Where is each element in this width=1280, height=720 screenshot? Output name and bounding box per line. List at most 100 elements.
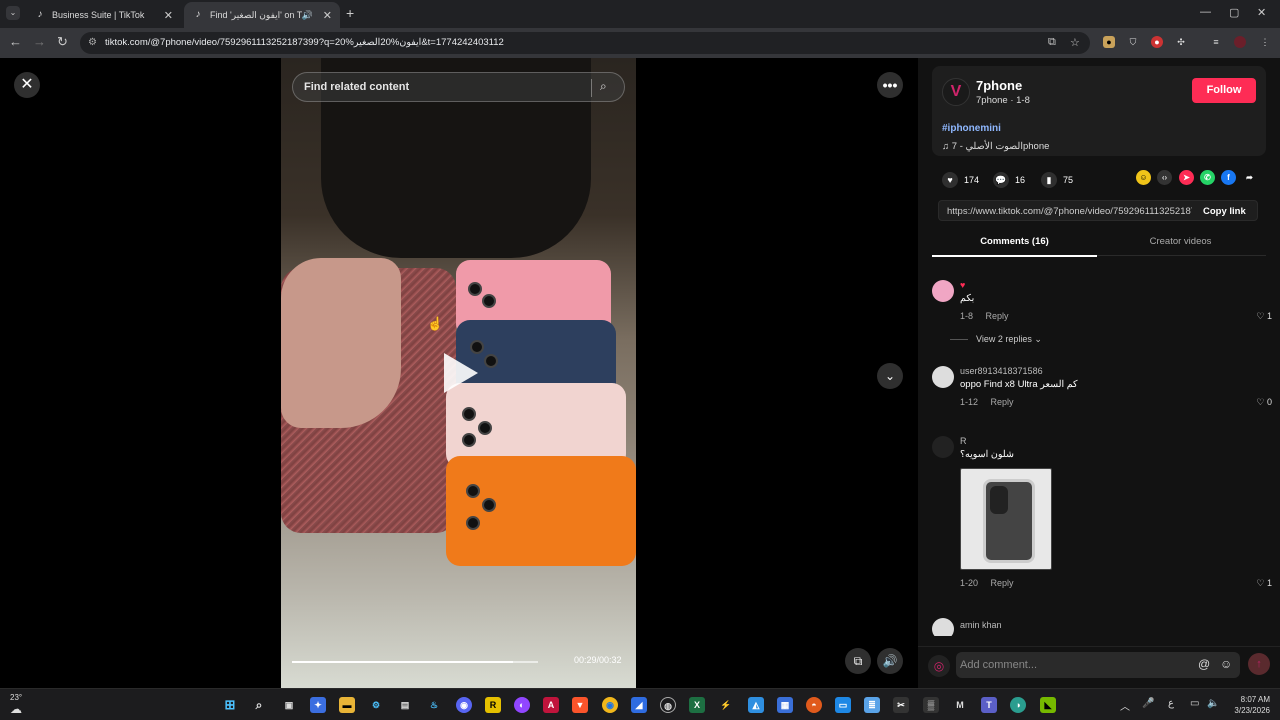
comment-placeholder[interactable]: Add comment... — [960, 659, 1037, 671]
embed-code-icon[interactable]: ‹› — [1157, 170, 1172, 185]
app-m-icon[interactable]: M — [952, 697, 968, 713]
send-comment-button[interactable]: ↑ — [1248, 653, 1270, 675]
search-placeholder[interactable]: Find related content — [304, 81, 409, 93]
address-bar[interactable]: ⚙ tiktok.com/@7phone/video/7592961113252… — [80, 32, 1090, 54]
weather-widget[interactable]: 23° ☁ — [10, 693, 22, 716]
forward-icon[interactable]: → — [33, 34, 46, 50]
send-icon[interactable]: ➤ — [1179, 170, 1194, 185]
network-icon[interactable]: ▭ — [1190, 698, 1199, 709]
copilot-icon[interactable]: ✦ — [310, 697, 326, 713]
tab-comments[interactable]: Comments (16) — [932, 236, 1097, 257]
play-icon[interactable] — [444, 353, 478, 393]
share-link-text[interactable]: https://www.tiktok.com/@7phone/video/759… — [947, 206, 1192, 217]
notepad-icon[interactable]: ≣ — [864, 697, 880, 713]
tray-overflow-icon[interactable]: ︿ — [1120, 698, 1130, 713]
comment-image[interactable] — [960, 468, 1052, 570]
reply-button[interactable]: Reply — [991, 578, 1014, 588]
comment-avatar[interactable] — [932, 618, 954, 636]
github-icon[interactable]: ◍ — [660, 697, 676, 713]
hashtag-link[interactable]: #iphonemini — [942, 123, 1001, 134]
floating-player-button[interactable]: ⧉ — [845, 648, 871, 674]
app-yellow-icon[interactable]: ⚡ — [718, 697, 734, 713]
comment-username[interactable]: ♥ — [960, 280, 965, 290]
find-related-search[interactable]: Find related content ⌕ — [292, 72, 625, 102]
new-tab-button[interactable]: + — [346, 6, 354, 20]
nvidia-icon[interactable]: ◣ — [1040, 697, 1056, 713]
mention-icon[interactable]: @ — [1198, 657, 1210, 671]
settings-icon[interactable]: ⚙ — [368, 697, 384, 713]
tab-search-button[interactable]: ⌄ — [6, 6, 20, 20]
more-options-button[interactable]: ••• — [877, 72, 903, 98]
heart-outline-icon[interactable]: ♡ — [1256, 578, 1264, 588]
extension-icon[interactable]: ● — [1103, 36, 1115, 48]
heart-outline-icon[interactable]: ♡ — [1256, 397, 1264, 407]
comment-icon[interactable]: 💬 — [993, 172, 1009, 188]
windows-start-icon[interactable]: ⊞ — [222, 697, 238, 713]
follow-button[interactable]: Follow — [1192, 78, 1256, 103]
volume-button[interactable]: 🔊 — [877, 648, 903, 674]
comment-avatar[interactable] — [932, 436, 954, 458]
bookmark-icon[interactable]: ▮ — [1041, 172, 1057, 188]
comment-like[interactable]: ♡ 1 — [1256, 311, 1272, 322]
browser-menu-icon[interactable]: ⋮ — [1259, 36, 1271, 48]
close-tab-icon[interactable]: ✕ — [164, 9, 173, 22]
comment-avatar[interactable] — [932, 280, 954, 302]
comment-username[interactable]: R — [960, 436, 967, 446]
teams-icon[interactable]: T — [981, 697, 997, 713]
maximize-button[interactable]: ▢ — [1229, 6, 1239, 19]
microphone-icon[interactable]: 🎤 — [1142, 698, 1154, 709]
app-window-icon[interactable]: ▭ — [835, 697, 851, 713]
reply-button[interactable]: Reply — [991, 397, 1014, 407]
facebook-icon[interactable]: f — [1221, 170, 1236, 185]
bookmark-star-icon[interactable]: ☆ — [1070, 36, 1080, 49]
excel-icon[interactable]: X — [689, 697, 705, 713]
app-dark-icon[interactable]: ▒ — [923, 697, 939, 713]
comment-stat[interactable]: 💬 16 — [993, 172, 1025, 188]
comment-like[interactable]: ♡ 1 — [1256, 578, 1272, 589]
keyboard-language[interactable]: ع — [1168, 698, 1174, 709]
share-arrow-icon[interactable]: ➦ — [1242, 170, 1257, 185]
heart-icon[interactable]: ♥ — [942, 172, 958, 188]
site-info-icon[interactable]: ⚙ — [88, 37, 97, 48]
reload-icon[interactable]: ↻ — [57, 34, 68, 50]
task-view-icon[interactable]: ▣ — [281, 697, 297, 713]
comment-username[interactable]: amin khan — [960, 620, 1002, 630]
steam-icon[interactable]: ♨ — [426, 697, 442, 713]
profile-avatar[interactable] — [1234, 36, 1246, 48]
tab-tiktok-search[interactable]: ♪ Find 'ايفون الصغير' on TikTok 🔊 ✕ — [184, 2, 340, 28]
store-icon[interactable]: ▦ — [777, 697, 793, 713]
back-icon[interactable]: ← — [9, 34, 22, 50]
video-progress-bar[interactable] — [292, 661, 538, 663]
like-stat[interactable]: ♥ 174 — [942, 172, 979, 188]
emoji-icon[interactable]: ☺ — [1220, 657, 1232, 671]
close-tab-icon[interactable]: ✕ — [323, 9, 332, 22]
app-orange-icon[interactable]: ◓ — [806, 697, 822, 713]
creator-name[interactable]: 7phone — [976, 78, 1022, 93]
app-blue-icon[interactable]: ◢ — [631, 697, 647, 713]
copy-link-button[interactable]: Copy link — [1203, 206, 1246, 217]
file-explorer-icon[interactable]: ▬ — [339, 697, 355, 713]
speaker-icon[interactable]: 🔊 — [302, 10, 313, 21]
close-video-button[interactable]: ✕ — [14, 72, 40, 98]
extensions-puzzle-icon[interactable]: ✣ — [1175, 36, 1187, 48]
search-icon[interactable]: ⌕ — [251, 697, 267, 713]
music-link[interactable]: ♫ الصوت الأصلي - 7phone — [942, 141, 1049, 152]
view-replies-button[interactable]: View 2 replies ⌄ — [950, 334, 1042, 345]
tab-business-suite[interactable]: ♪ Business Suite | TikTok ✕ — [26, 2, 181, 28]
creator-avatar[interactable]: V — [942, 78, 970, 106]
search-icon[interactable]: ⌕ — [600, 79, 607, 94]
url-text[interactable]: tiktok.com/@7phone/video/759296111325218… — [105, 37, 504, 48]
install-app-icon[interactable]: ⧉ — [1048, 36, 1056, 49]
comment-like[interactable]: ♡ 0 — [1256, 397, 1272, 408]
extension-red-icon[interactable]: ● — [1151, 36, 1163, 48]
system-clock[interactable]: 8:07 AM 3/23/2026 — [1222, 694, 1270, 716]
reply-button[interactable]: Reply — [986, 311, 1009, 321]
comment-username[interactable]: user8913418371586 — [960, 366, 1043, 376]
tab-creator-videos[interactable]: Creator videos — [1098, 236, 1263, 247]
close-window-button[interactable]: ✕ — [1257, 6, 1266, 19]
whatsapp-icon[interactable]: ✆ — [1200, 170, 1215, 185]
discord-icon[interactable]: ◉ — [456, 697, 472, 713]
volume-icon[interactable]: 🔈 — [1207, 698, 1219, 709]
brave-shield-icon[interactable]: ⛉ — [1127, 36, 1139, 48]
app-red-icon[interactable]: A — [543, 697, 559, 713]
